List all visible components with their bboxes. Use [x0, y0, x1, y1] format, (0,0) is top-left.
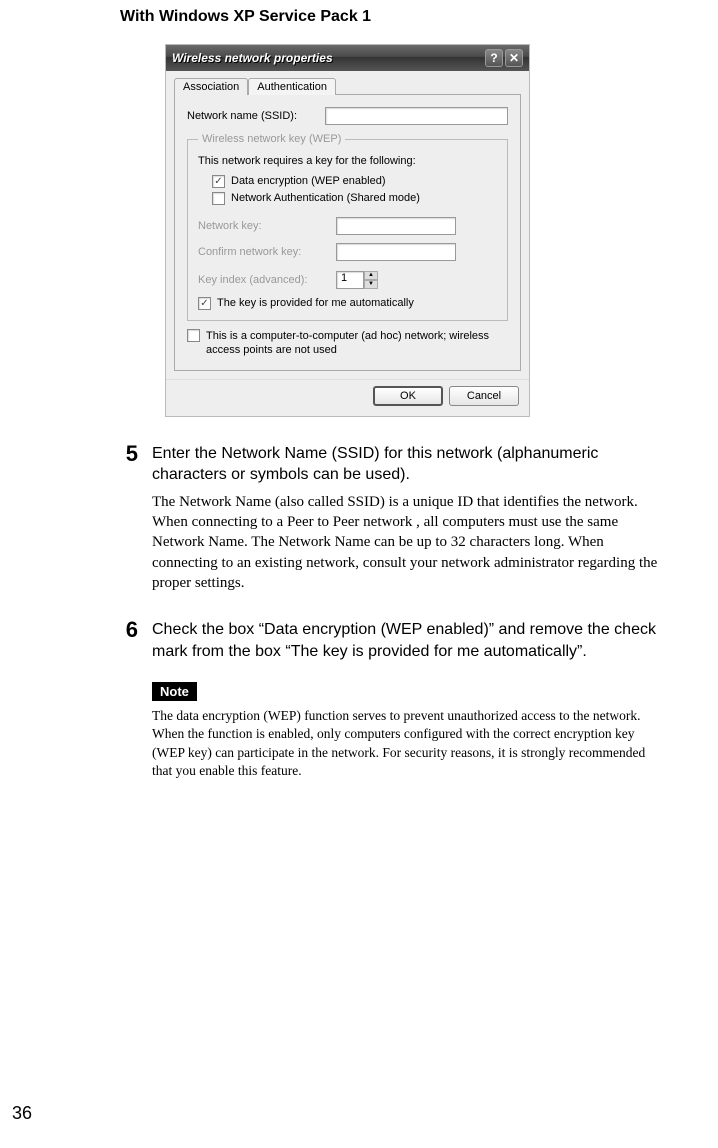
ssid-label: Network name (SSID): [187, 110, 317, 122]
dialog-button-row: OK Cancel [166, 379, 529, 416]
step-6-number: 6 [120, 619, 138, 780]
confirm-key-label: Confirm network key: [198, 246, 328, 258]
label-auto-key: The key is provided for me automatically [217, 297, 414, 309]
tab-panel-association: Network name (SSID): Wireless network ke… [174, 94, 521, 371]
wireless-properties-dialog: Wireless network properties ? ✕ Associat… [165, 44, 530, 417]
step-6-note-paragraph: The data encryption (WEP) function serve… [152, 707, 658, 780]
page-number: 36 [12, 1103, 32, 1124]
step-6: 6 Check the box “Data encryption (WEP en… [120, 619, 678, 780]
step-5-number: 5 [120, 443, 138, 593]
tab-association-label: Association [183, 81, 239, 93]
key-index-stepper[interactable]: 1 ▲▼ [336, 271, 378, 289]
chevron-down-icon[interactable]: ▼ [364, 280, 378, 289]
tab-strip: Association Authentication [166, 71, 529, 94]
network-key-label: Network key: [198, 220, 328, 232]
checkbox-data-encryption[interactable]: ✓ [212, 175, 225, 188]
checkbox-auto-key[interactable]: ✓ [198, 297, 211, 310]
wep-group: Wireless network key (WEP) This network … [187, 133, 508, 321]
tab-authentication[interactable]: Authentication [248, 78, 336, 95]
step-5: 5 Enter the Network Name (SSID) for this… [120, 443, 678, 593]
cancel-button[interactable]: Cancel [449, 386, 519, 406]
window-titlebar: Wireless network properties ? ✕ [166, 45, 529, 71]
wep-intro-text: This network requires a key for the foll… [198, 155, 497, 167]
checkbox-adhoc[interactable] [187, 329, 200, 342]
window-title: Wireless network properties [172, 51, 333, 65]
key-index-value: 1 [341, 272, 347, 284]
note-badge: Note [152, 682, 197, 701]
checkbox-network-auth[interactable] [212, 192, 225, 205]
ok-button[interactable]: OK [373, 386, 443, 406]
label-data-encryption: Data encryption (WEP enabled) [231, 175, 386, 187]
document-page: With Windows XP Service Pack 1 Wireless … [0, 8, 718, 1148]
dialog-screenshot: Wireless network properties ? ✕ Associat… [165, 44, 530, 417]
cancel-label: Cancel [467, 390, 501, 402]
network-key-input[interactable] [336, 217, 456, 235]
key-index-label: Key index (advanced): [198, 274, 328, 286]
section-heading: With Windows XP Service Pack 1 [120, 8, 678, 26]
tab-association[interactable]: Association [174, 78, 248, 95]
help-icon[interactable]: ? [485, 49, 503, 67]
confirm-key-input[interactable] [336, 243, 456, 261]
label-adhoc: This is a computer-to-computer (ad hoc) … [206, 329, 508, 358]
ssid-input[interactable] [325, 107, 508, 125]
step-5-title: Enter the Network Name (SSID) for this n… [152, 443, 658, 486]
ok-label: OK [400, 390, 416, 402]
tab-authentication-label: Authentication [257, 81, 327, 93]
label-network-auth: Network Authentication (Shared mode) [231, 192, 420, 204]
step-5-paragraph: The Network Name (also called SSID) is a… [152, 492, 658, 593]
close-icon[interactable]: ✕ [505, 49, 523, 67]
chevron-up-icon[interactable]: ▲ [364, 271, 378, 280]
step-6-title: Check the box “Data encryption (WEP enab… [152, 619, 658, 662]
wep-group-legend: Wireless network key (WEP) [198, 133, 345, 145]
